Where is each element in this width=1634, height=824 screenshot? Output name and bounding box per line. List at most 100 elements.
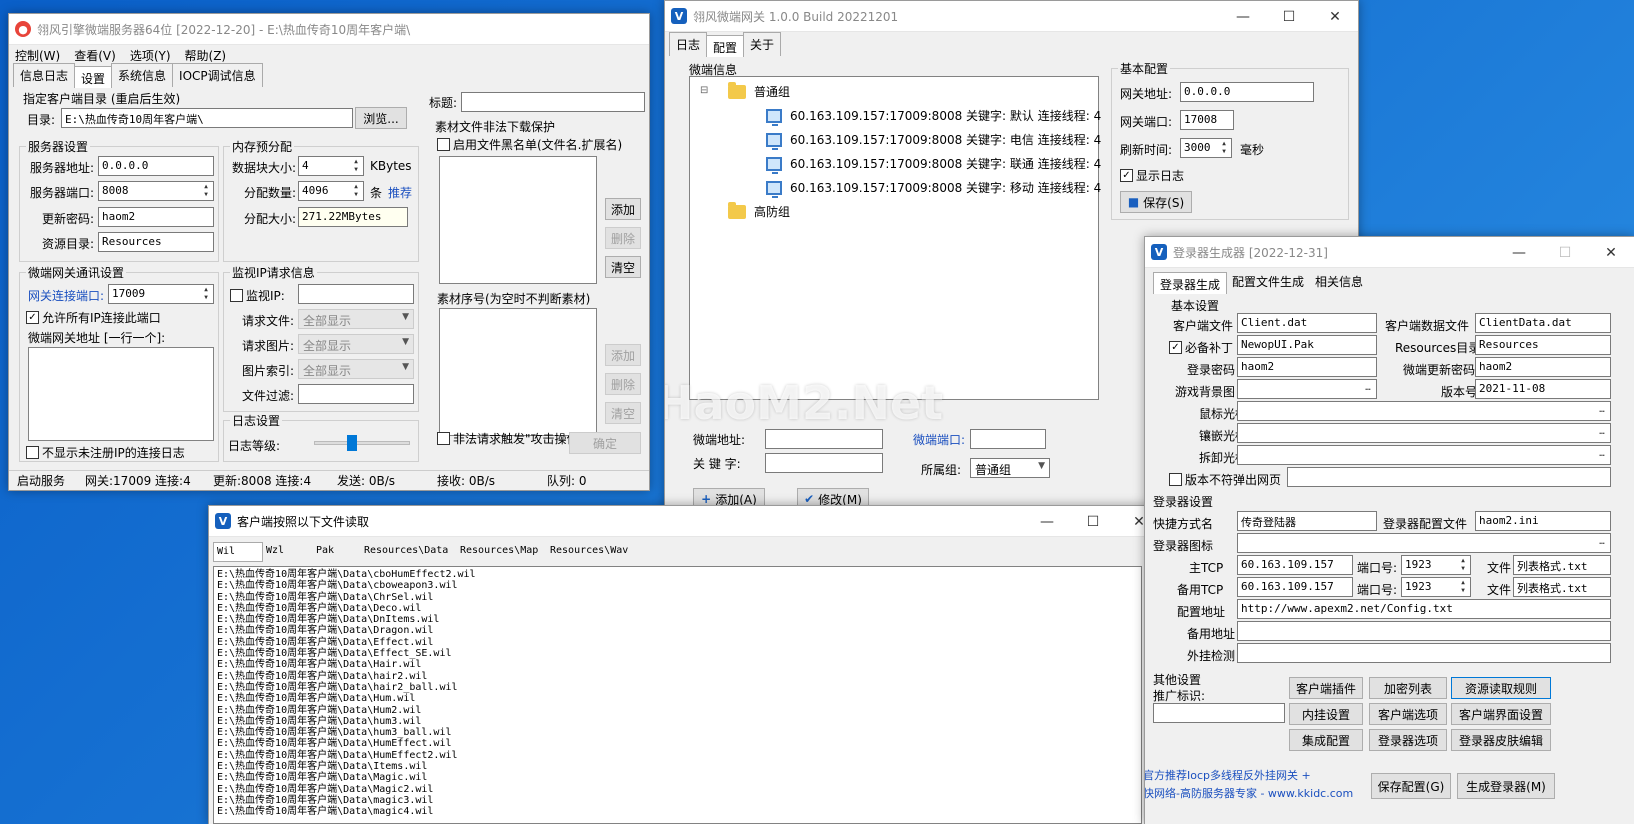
gw-port-input[interactable]: 17008 bbox=[1180, 110, 1234, 130]
server-port-input[interactable]: 8008 ▲ ▼ bbox=[98, 181, 214, 201]
plugin-settings-button[interactable]: 内挂设置 bbox=[1289, 703, 1363, 725]
tree-node[interactable]: 60.163.109.157:17009:8008 关键字: 联通 连接线程: … bbox=[766, 155, 1101, 174]
more-icon[interactable]: … bbox=[1595, 425, 1609, 441]
menu-options[interactable]: 选项(Y) bbox=[130, 47, 171, 64]
menu-help[interactable]: 帮助(Z) bbox=[185, 47, 227, 64]
file-row[interactable]: E:\热血传奇10周年客户端\Data\magic3.wil bbox=[217, 795, 1138, 806]
integrated-config-button[interactable]: 集成配置 bbox=[1289, 729, 1363, 751]
tab-related[interactable]: 相关信息 bbox=[1309, 270, 1370, 293]
file-row[interactable]: E:\热血传奇10周年客户端\Data\Deco.wil bbox=[217, 603, 1138, 614]
keyword-input[interactable] bbox=[765, 453, 883, 473]
minimize-icon[interactable]: — bbox=[1496, 237, 1542, 268]
promo-text-2[interactable]: 快网络-高防服务器专家 - www.kkidc.com bbox=[1145, 785, 1353, 801]
spin-arrows-icon[interactable]: ▲ ▼ bbox=[200, 183, 212, 199]
menu-control[interactable]: 控制(W) bbox=[15, 47, 60, 64]
server-addr-input[interactable]: 0.0.0.0 bbox=[98, 156, 214, 176]
blacklist-delete-button[interactable]: 删除 bbox=[605, 227, 641, 249]
tab-wzl[interactable]: Wzl bbox=[263, 542, 313, 562]
minimize-icon[interactable]: — bbox=[1024, 506, 1070, 537]
file-row[interactable]: E:\热血传奇10周年客户端\Data\cboweapon3.wil bbox=[217, 580, 1138, 591]
more-icon[interactable]: … bbox=[1595, 447, 1609, 463]
file-row[interactable]: E:\热血传奇10周年客户端\Data\hum3_ball.wil bbox=[217, 727, 1138, 738]
more-icon[interactable]: … bbox=[1595, 403, 1609, 419]
client-data-input[interactable]: ClientData.dat bbox=[1475, 313, 1611, 333]
blacklist-add-button[interactable]: 添加 bbox=[605, 198, 641, 220]
spin-arrows-icon[interactable]: ▲ ▼ bbox=[1457, 579, 1469, 595]
client-file-input[interactable]: Client.dat bbox=[1237, 313, 1377, 333]
gw-port-input[interactable]: 17009 ▲ ▼ bbox=[108, 284, 214, 304]
gw-addr-textarea[interactable] bbox=[28, 347, 214, 441]
tab-config-gen[interactable]: 配置文件生成 bbox=[1226, 270, 1311, 293]
generate-login-button[interactable]: 生成登录器(M) bbox=[1457, 773, 1555, 799]
tree-node[interactable]: 60.163.109.157:17009:8008 关键字: 电信 连接线程: … bbox=[766, 131, 1101, 150]
micro-pwd-input[interactable]: haom2 bbox=[1475, 357, 1611, 377]
seq-delete-button[interactable]: 删除 bbox=[605, 373, 641, 395]
save-config-button[interactable]: ■ 保存(S) bbox=[1120, 191, 1192, 213]
micro-port-input[interactable] bbox=[970, 429, 1046, 449]
plugin-check-input[interactable] bbox=[1237, 643, 1611, 663]
collapse-icon[interactable]: ⊟ bbox=[700, 85, 708, 96]
cfg-addr-input[interactable]: http://www.apexm2.net/Config.txt bbox=[1237, 599, 1611, 619]
login-skin-button[interactable]: 登录器皮肤编辑 bbox=[1451, 729, 1551, 751]
tab-config[interactable]: 配置 bbox=[706, 35, 745, 57]
title-bar[interactable]: V 登录器生成器 [2022-12-31] — ☐ ✕ bbox=[1145, 237, 1634, 268]
no-unreg-log-checkbox[interactable]: 不显示未注册IP的连接日志 bbox=[26, 444, 185, 461]
tab-res-map[interactable]: Resources\Map bbox=[457, 542, 547, 562]
log-level-slider[interactable] bbox=[347, 435, 358, 451]
menu-view[interactable]: 查看(V) bbox=[74, 47, 116, 64]
block-size-input[interactable]: 4 ▲ ▼ bbox=[298, 156, 364, 176]
status-start[interactable]: 启动服务 bbox=[9, 472, 77, 489]
attack-checkbox[interactable]: 非法请求触发"攻击操作" bbox=[437, 430, 584, 447]
tab-system[interactable]: 系统信息 bbox=[111, 63, 174, 87]
more-icon[interactable]: … bbox=[1361, 381, 1375, 397]
seq-add-button[interactable]: 添加 bbox=[605, 344, 641, 366]
bg-input[interactable]: … bbox=[1237, 379, 1377, 399]
recommend-link[interactable]: 推荐 bbox=[388, 184, 412, 201]
shortcut-input[interactable]: 传奇登陆器 bbox=[1237, 511, 1377, 531]
promo-text-1[interactable]: 官方推荐Iocp多线程反外挂网关 + bbox=[1145, 767, 1311, 783]
cursor-input[interactable]: … bbox=[1237, 401, 1611, 421]
file-row[interactable]: E:\热血传奇10周年客户端\Data\Hair.wil bbox=[217, 659, 1138, 670]
file-row[interactable]: E:\热血传奇10周年客户端\Data\magic4.wil bbox=[217, 806, 1138, 817]
spin-arrows-icon[interactable]: ▲ ▼ bbox=[1218, 140, 1230, 156]
tab-settings[interactable]: 设置 bbox=[74, 66, 113, 88]
file-row[interactable]: E:\热血传奇10周年客户端\Data\Hum2.wil bbox=[217, 705, 1138, 716]
res-dir-input[interactable]: Resources bbox=[98, 232, 214, 252]
tree-node[interactable]: 60.163.109.157:17009:8008 关键字: 默认 连接线程: … bbox=[766, 107, 1101, 126]
tab-about[interactable]: 关于 bbox=[743, 32, 782, 56]
tab-pak[interactable]: Pak bbox=[313, 542, 361, 562]
spin-arrows-icon[interactable]: ▲ ▼ bbox=[350, 183, 362, 199]
file-row[interactable]: E:\热血传奇10周年客户端\Data\Hum.wil bbox=[217, 693, 1138, 704]
patch-checkbox[interactable]: ✓ 必备补丁 bbox=[1169, 339, 1233, 356]
blacklist-checkbox[interactable]: 启用文件黑名单(文件名.扩展名) bbox=[437, 136, 622, 153]
popup-checkbox[interactable]: 版本不符弹出网页 bbox=[1169, 471, 1281, 488]
req-img-select[interactable]: 全部显示 ▼ bbox=[298, 334, 414, 354]
refresh-input[interactable]: 3000 ▲ ▼ bbox=[1180, 138, 1232, 158]
dir-input[interactable]: E:\热血传奇10周年客户端\ bbox=[61, 108, 353, 128]
tree-node[interactable]: 60.163.109.157:17009:8008 关键字: 移动 连接线程: … bbox=[766, 179, 1101, 198]
login-pwd-input[interactable]: haom2 bbox=[1237, 357, 1377, 377]
cfg-file-input[interactable]: haom2.ini bbox=[1475, 511, 1611, 531]
res-dir-input[interactable]: Resources bbox=[1475, 335, 1611, 355]
browse-button[interactable]: 浏览... bbox=[355, 107, 407, 129]
tree-group-normal[interactable]: 普通组 bbox=[728, 81, 790, 100]
inlay-input[interactable]: … bbox=[1237, 423, 1611, 443]
version-input[interactable]: 2021-11-08 bbox=[1475, 379, 1611, 399]
remove-input[interactable]: … bbox=[1237, 445, 1611, 465]
file-filter-input[interactable] bbox=[298, 384, 414, 404]
monitor-ip-checkbox[interactable]: 监视IP: bbox=[230, 287, 285, 304]
server-tree[interactable]: ⊟ 普通组 60.163.109.157:17009:8008 关键字: 默认 … bbox=[689, 76, 1101, 400]
file-row[interactable]: E:\热血传奇10周年客户端\Data\ChrSel.wil bbox=[217, 592, 1138, 603]
tab-wil[interactable]: Wil bbox=[213, 542, 263, 562]
tab-res-wav[interactable]: Resources\Wav bbox=[547, 542, 637, 562]
group-select[interactable]: 普通组 ▼ bbox=[970, 458, 1050, 478]
title-bar[interactable]: V 客户端按照以下文件读取 — ☐ ✕ bbox=[209, 506, 1162, 537]
maximize-icon[interactable]: ☐ bbox=[1070, 506, 1116, 537]
blacklist-list[interactable] bbox=[439, 156, 597, 284]
file-row[interactable]: E:\热血传奇10周年客户端\Data\Magic.wil bbox=[217, 772, 1138, 783]
maximize-icon[interactable]: ☐ bbox=[1266, 1, 1312, 32]
client-ui-button[interactable]: 客户端界面设置 bbox=[1451, 703, 1551, 725]
main-file-input[interactable]: 列表格式.txt bbox=[1513, 555, 1611, 575]
file-list[interactable]: E:\热血传奇10周年客户端\Data\cboHumEffect2.wil E:\… bbox=[213, 566, 1142, 824]
file-row[interactable]: E:\热血传奇10周年客户端\Data\DnItems.wil bbox=[217, 614, 1138, 625]
